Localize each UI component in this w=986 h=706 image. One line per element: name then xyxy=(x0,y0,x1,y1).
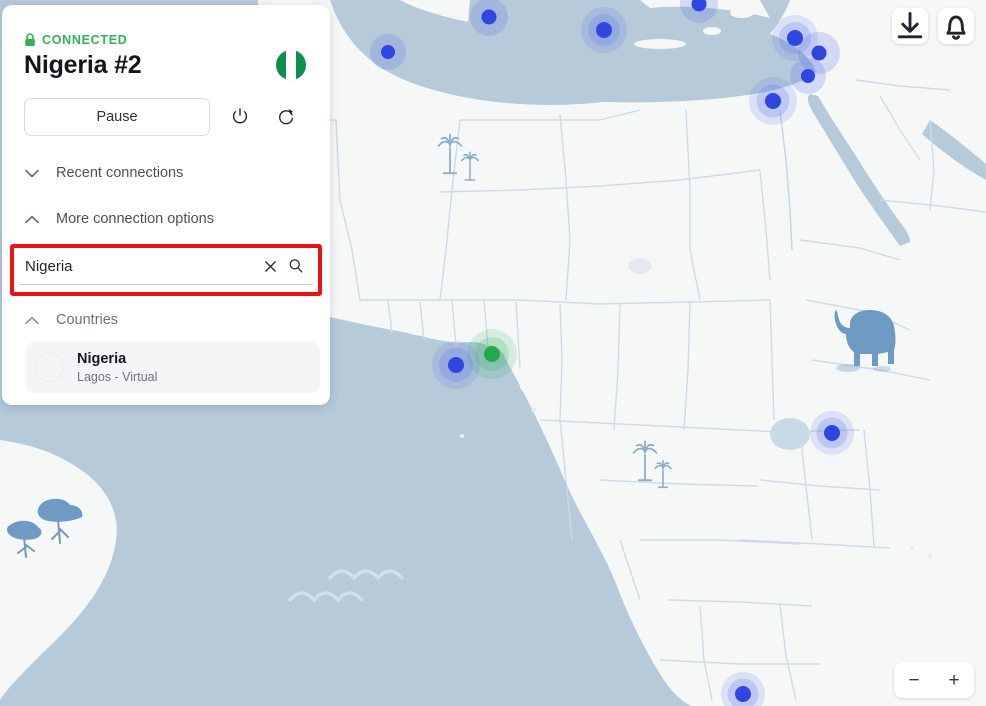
section-label-recent: Recent connections xyxy=(56,165,184,181)
clear-search-button[interactable] xyxy=(257,254,283,278)
marker-dot xyxy=(596,22,612,38)
map-zoom-control: − + xyxy=(894,662,974,698)
download-icon xyxy=(897,11,923,39)
status-label: CONNECTED xyxy=(42,33,128,47)
marker-dot xyxy=(735,686,751,702)
download-button[interactable] xyxy=(892,8,928,44)
list-item[interactable]: Nigeria Lagos - Virtual xyxy=(26,342,320,393)
chevron-up-icon xyxy=(24,316,40,325)
connection-panel: CONNECTED Nigeria #2 Pause Recent connec… xyxy=(2,5,330,405)
lock-icon xyxy=(25,33,35,46)
marker-dot xyxy=(801,69,815,83)
marker-dot xyxy=(824,425,840,441)
section-label-more-options: More connection options xyxy=(56,211,214,227)
close-icon xyxy=(264,260,276,272)
search-results: Countries Nigeria Lagos - Virtual xyxy=(2,296,330,405)
search-highlight-box xyxy=(10,244,322,296)
chevron-down-icon xyxy=(24,169,40,178)
connection-sections: Recent connections More connection optio… xyxy=(2,136,330,242)
chevron-up-icon xyxy=(24,215,40,224)
connection-actions: Pause xyxy=(2,80,330,136)
zoom-out-button[interactable]: − xyxy=(897,671,931,690)
power-button[interactable] xyxy=(224,101,256,133)
list-item-subtitle: Lagos - Virtual xyxy=(77,369,158,384)
list-item-title: Nigeria xyxy=(77,351,127,367)
page-title: Nigeria #2 xyxy=(24,50,142,79)
power-icon xyxy=(232,108,248,124)
nigeria-flag-icon xyxy=(36,354,63,381)
map-top-actions xyxy=(892,8,974,44)
reconnect-button[interactable] xyxy=(270,101,302,133)
zoom-in-button[interactable]: + xyxy=(937,671,971,690)
notifications-button[interactable] xyxy=(938,8,974,44)
sidebar-item-recent-connections[interactable]: Recent connections xyxy=(2,150,330,196)
connection-status: CONNECTED xyxy=(2,5,330,47)
nigeria-flag-icon xyxy=(276,50,306,80)
list-item-text: Nigeria Lagos - Virtual xyxy=(77,350,157,385)
results-group-countries[interactable]: Countries xyxy=(2,302,330,338)
results-group-label: Countries xyxy=(56,312,119,328)
marker-dot xyxy=(448,357,464,373)
search-icon xyxy=(289,259,303,273)
search-field[interactable] xyxy=(19,254,313,285)
refresh-icon xyxy=(279,109,294,125)
marker-dot xyxy=(765,93,781,109)
search-input[interactable] xyxy=(23,254,257,278)
sidebar-item-more-connection-options[interactable]: More connection options xyxy=(2,196,330,242)
vpn-app-window: − + CONNECTED Nigeria #2 Pause Recent co… xyxy=(0,0,986,706)
marker-dot xyxy=(381,45,395,59)
server-title-row: Nigeria #2 xyxy=(2,47,330,80)
marker-dot xyxy=(484,346,500,362)
bell-icon xyxy=(946,15,966,40)
pause-button[interactable]: Pause xyxy=(24,98,210,136)
marker-dot xyxy=(481,9,497,25)
search-button[interactable] xyxy=(283,254,309,278)
